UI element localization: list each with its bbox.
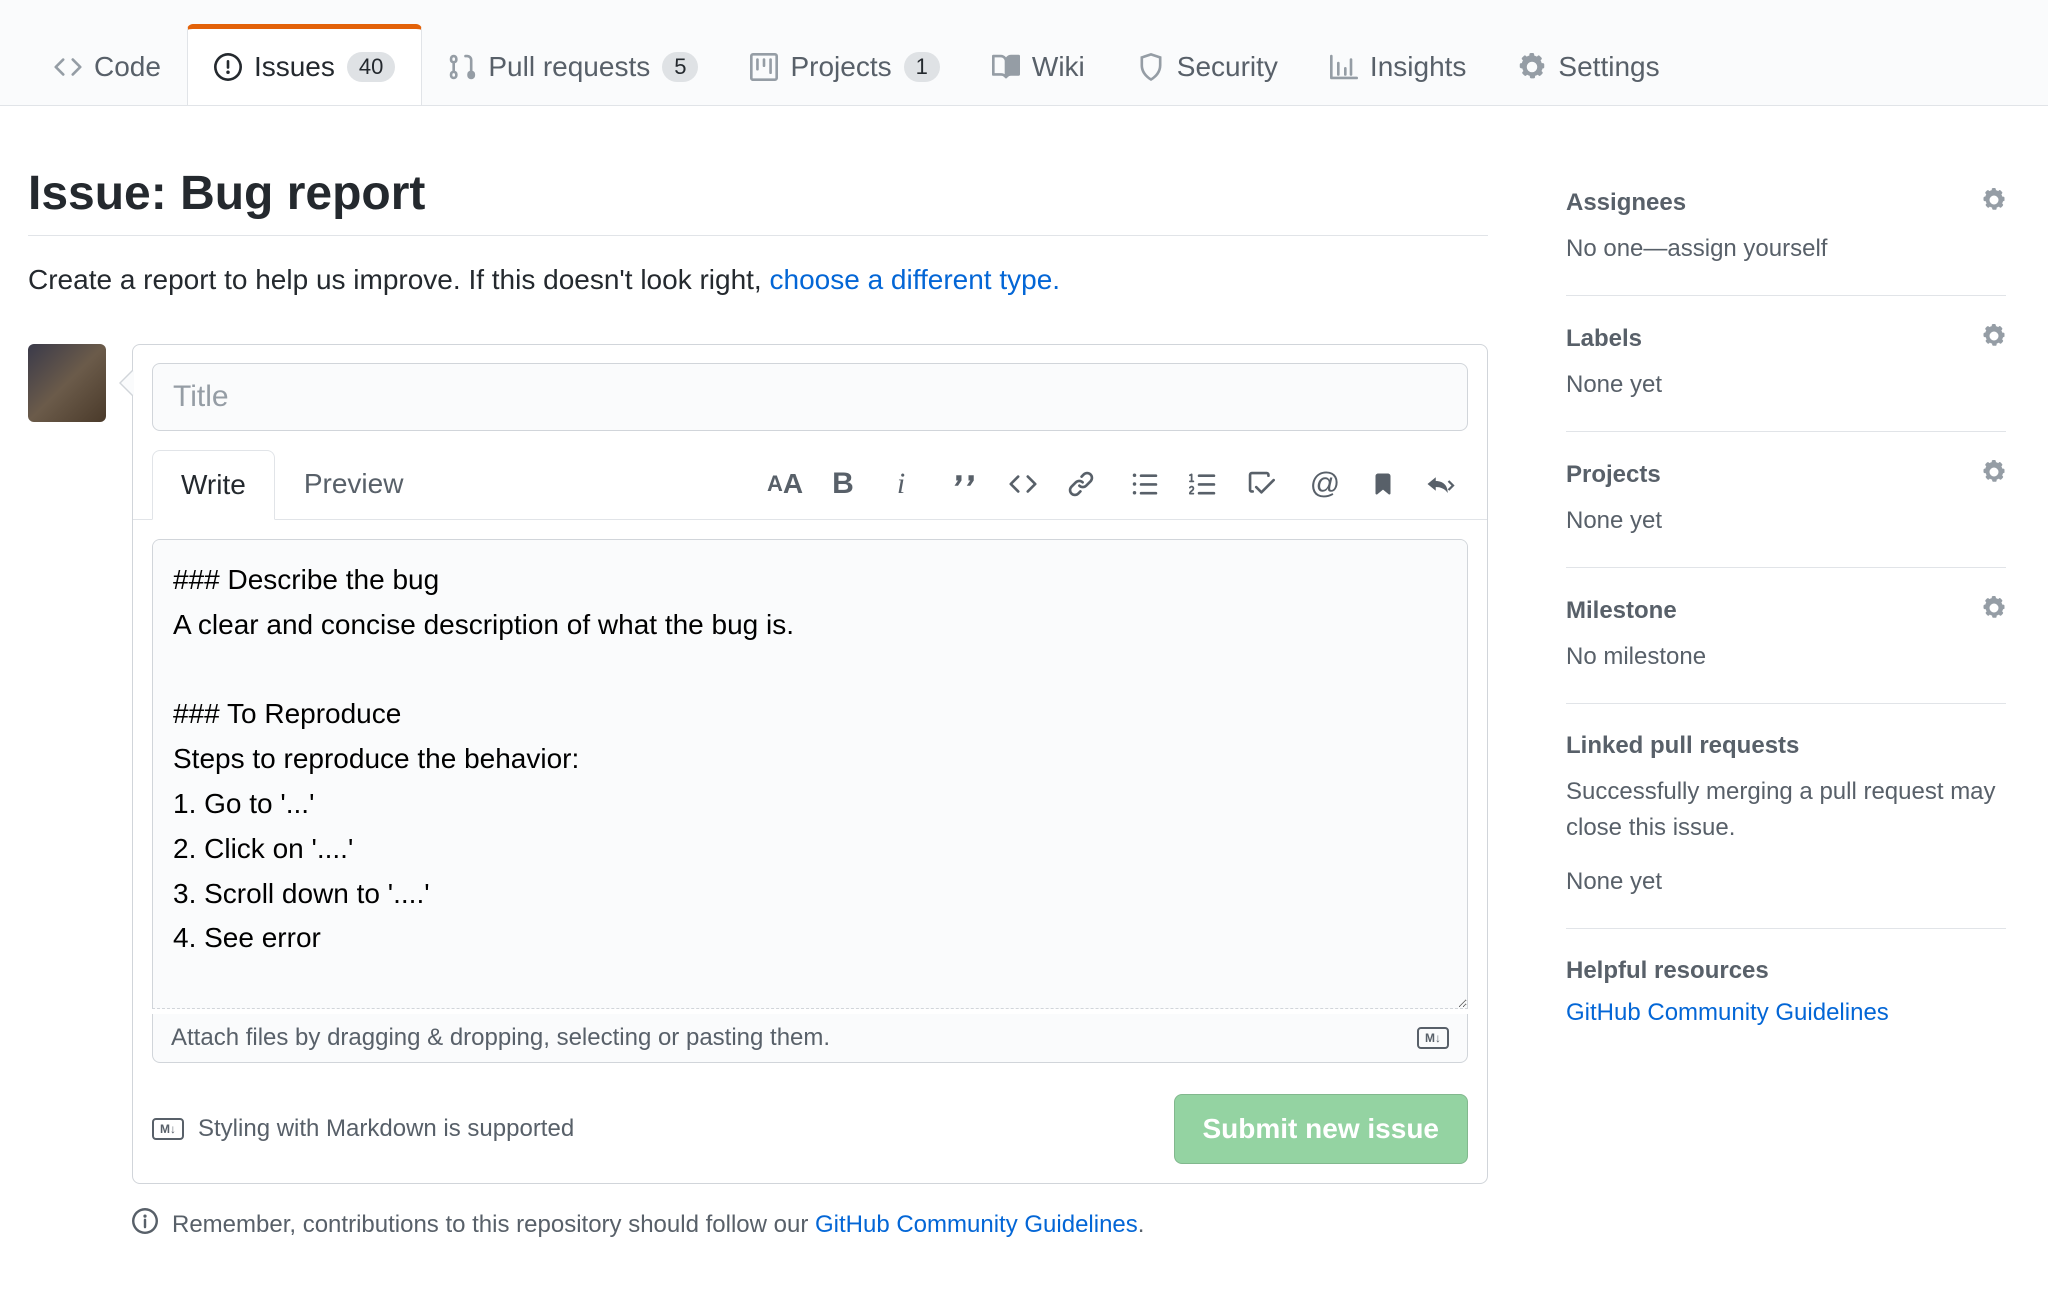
contrib-note-pre: Remember, contributions to this reposito…	[172, 1211, 815, 1238]
issue-opened-icon	[214, 53, 242, 81]
projects-count: 1	[904, 52, 940, 82]
bold-icon[interactable]: B	[828, 469, 858, 499]
markdown-badge-icon[interactable]: M↓	[1417, 1027, 1449, 1049]
tab-label: Wiki	[1032, 51, 1085, 83]
italic-icon[interactable]: i	[886, 469, 916, 499]
preview-tab[interactable]: Preview	[275, 449, 433, 519]
labels-label: Labels	[1566, 325, 1642, 353]
choose-different-type-link[interactable]: choose a different type.	[770, 264, 1061, 295]
projects-gear-icon[interactable]	[1982, 460, 2006, 489]
tab-issues[interactable]: Issues 40	[187, 24, 422, 105]
tab-label: Settings	[1558, 51, 1659, 83]
subtitle-text: Create a report to help us improve. If t…	[28, 264, 770, 295]
submit-new-issue-button[interactable]: Submit new issue	[1174, 1094, 1469, 1164]
info-icon	[132, 1208, 158, 1241]
graph-icon	[1330, 53, 1358, 81]
issue-title-input[interactable]	[152, 363, 1468, 431]
assignees-value[interactable]: No one—assign yourself	[1566, 231, 2006, 267]
heading-icon[interactable]: AA	[770, 469, 800, 499]
markdown-badge-icon: M↓	[152, 1118, 184, 1140]
attach-hint: Attach files by dragging & dropping, sel…	[171, 1024, 830, 1052]
quote-icon[interactable]	[950, 469, 980, 499]
resources-label: Helpful resources	[1566, 957, 1769, 985]
tab-label: Code	[94, 51, 161, 83]
ordered-list-icon[interactable]	[1188, 469, 1218, 499]
write-tab[interactable]: Write	[152, 450, 275, 520]
tab-insights[interactable]: Insights	[1304, 29, 1493, 105]
labels-gear-icon[interactable]	[1982, 324, 2006, 353]
linked-pr-value: None yet	[1566, 864, 2006, 900]
project-icon	[750, 53, 778, 81]
tab-settings[interactable]: Settings	[1492, 29, 1685, 105]
book-icon	[992, 53, 1020, 81]
milestone-label: Milestone	[1566, 597, 1677, 625]
tab-label: Issues	[254, 51, 335, 83]
editor-toolbar: Write Preview AA B i	[133, 449, 1487, 520]
assignees-label: Assignees	[1566, 189, 1686, 217]
unordered-list-icon[interactable]	[1130, 469, 1160, 499]
labels-value: None yet	[1566, 367, 2006, 403]
issue-compose-box: Write Preview AA B i	[132, 344, 1488, 1184]
link-icon[interactable]	[1066, 469, 1096, 499]
divider	[28, 235, 1488, 236]
tab-label: Insights	[1370, 51, 1467, 83]
milestone-value: No milestone	[1566, 639, 2006, 675]
linked-pr-label: Linked pull requests	[1566, 732, 1799, 760]
linked-pr-desc: Successfully merging a pull request may …	[1566, 774, 2006, 846]
issue-body-editor[interactable]	[152, 539, 1468, 1009]
repo-tabnav: Code Issues 40 Pull requests 5 Projects …	[0, 0, 2048, 106]
tasklist-icon[interactable]	[1246, 469, 1276, 499]
tab-label: Security	[1177, 51, 1278, 83]
code-icon	[54, 53, 82, 81]
attach-files-bar[interactable]: Attach files by dragging & dropping, sel…	[152, 1014, 1468, 1063]
pr-count: 5	[662, 52, 698, 82]
issue-sidebar: Assignees No one—assign yourself Labels …	[1566, 166, 2006, 1241]
gear-icon	[1518, 53, 1546, 81]
community-guidelines-link[interactable]: GitHub Community Guidelines	[815, 1211, 1138, 1238]
mention-icon[interactable]: @	[1310, 469, 1340, 499]
user-avatar[interactable]	[28, 344, 106, 422]
markdown-note[interactable]: Styling with Markdown is supported	[198, 1115, 574, 1143]
community-guidelines-resource-link[interactable]: GitHub Community Guidelines	[1566, 999, 2006, 1027]
code-icon[interactable]	[1008, 469, 1038, 499]
bookmark-icon[interactable]	[1368, 469, 1398, 499]
tab-security[interactable]: Security	[1111, 29, 1304, 105]
tab-label: Projects	[790, 51, 891, 83]
git-pull-request-icon	[448, 53, 476, 81]
reply-icon[interactable]	[1426, 469, 1456, 499]
shield-icon	[1137, 53, 1165, 81]
subtitle: Create a report to help us improve. If t…	[28, 264, 1488, 296]
assignees-gear-icon[interactable]	[1982, 188, 2006, 217]
tab-pull-requests[interactable]: Pull requests 5	[422, 29, 724, 105]
tab-code[interactable]: Code	[28, 29, 187, 105]
tab-wiki[interactable]: Wiki	[966, 29, 1111, 105]
contrib-note-post: .	[1138, 1211, 1145, 1238]
tab-projects[interactable]: Projects 1	[724, 29, 965, 105]
projects-value: None yet	[1566, 503, 2006, 539]
issues-count: 40	[347, 52, 395, 82]
milestone-gear-icon[interactable]	[1982, 596, 2006, 625]
tab-label: Pull requests	[488, 51, 650, 83]
projects-label: Projects	[1566, 461, 1661, 489]
page-title: Issue: Bug report	[28, 166, 1488, 221]
